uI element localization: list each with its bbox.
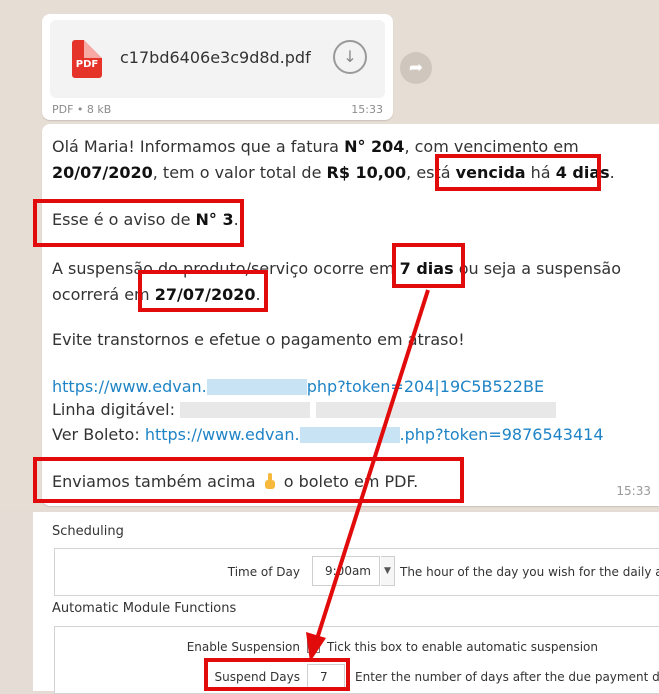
- annotation-arrow: [306, 289, 430, 662]
